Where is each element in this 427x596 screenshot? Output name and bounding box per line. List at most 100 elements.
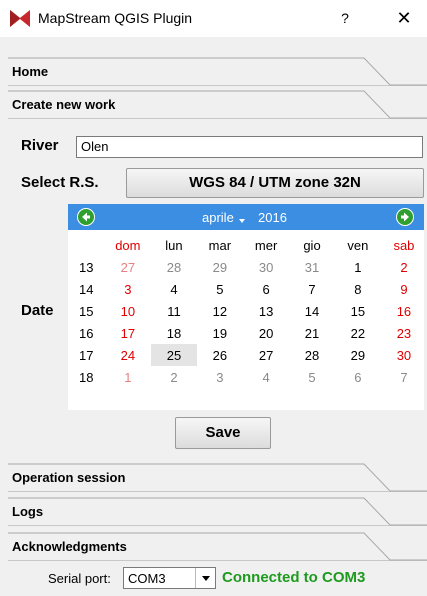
calendar-day[interactable]: 11 [151,300,197,322]
calendar-day[interactable]: 20 [243,322,289,344]
calendar-day[interactable]: 10 [105,300,152,322]
weekday-header: dom [115,237,141,253]
tab-home[interactable]: Home [8,57,427,86]
week-number-header [68,234,105,256]
calendar-day[interactable]: 3 [197,366,243,388]
calendar-week-row: 15 10 11 12 13 14 15 16 [68,300,427,322]
calendar-day[interactable]: 22 [335,322,381,344]
calendar-day[interactable]: 18 [151,322,197,344]
calendar-day[interactable]: 17 [105,322,152,344]
tab-divider-shape [8,497,427,526]
calendar-day[interactable]: 16 [381,300,427,322]
week-number: 15 [79,303,94,319]
tab-divider-shape [8,57,427,86]
calendar-week-row: 13 27 28 29 30 31 1 2 [68,256,427,278]
calendar-day[interactable]: 15 [335,300,381,322]
calendar-day-selected[interactable]: 25 [151,344,197,366]
calendar-day[interactable]: 12 [197,300,243,322]
calendar-day[interactable]: 1 [105,366,152,388]
weekday-header: mar [208,237,232,253]
calendar-day[interactable]: 21 [289,322,335,344]
week-number: 16 [79,325,94,341]
calendar-day[interactable]: 7 [381,366,427,388]
calendar-day[interactable]: 29 [197,256,243,278]
calendar-day[interactable]: 4 [151,278,197,300]
close-button[interactable]: ✕ [390,4,418,32]
calendar-day[interactable]: 2 [381,256,427,278]
week-number: 17 [79,347,94,363]
save-button[interactable]: Save [175,417,271,449]
prev-month-button[interactable] [77,208,95,226]
calendar-day[interactable]: 4 [243,366,289,388]
arrow-right-icon [397,209,413,225]
calendar-day[interactable]: 6 [243,278,289,300]
tab-logs[interactable]: Logs [8,497,427,526]
calendar-day[interactable]: 31 [289,256,335,278]
serial-port-label: Serial port: [48,571,111,586]
calendar-day[interactable]: 7 [289,278,335,300]
tab-acknowledgments[interactable]: Acknowledgments [8,532,427,561]
weekday-header-row: dom lun mar mer gio ven sab [68,234,427,256]
weekday-header: ven [347,237,369,253]
arrow-left-icon [78,209,94,225]
calendar-day[interactable]: 1 [335,256,381,278]
calendar-grid: dom lun mar mer gio ven sab 13 27 28 29 … [68,234,427,388]
tab-ack-label: Acknowledgments [12,539,127,554]
title-bar: MapStream QGIS Plugin ? ✕ [0,0,427,37]
calendar-day[interactable]: 5 [197,278,243,300]
help-button[interactable]: ? [334,7,356,29]
year-selector[interactable]: 2016 [258,210,287,225]
calendar-day[interactable]: 6 [335,366,381,388]
calendar-week-row: 16 17 18 19 20 21 22 23 [68,322,427,344]
calendar-week-row: 14 3 4 5 6 7 8 9 [68,278,427,300]
calendar-day[interactable]: 13 [243,300,289,322]
tab-operation-label: Operation session [12,470,126,485]
calendar-day[interactable]: 24 [105,344,152,366]
date-label: Date [21,302,54,319]
calendar-day[interactable]: 2 [151,366,197,388]
calendar-day[interactable]: 23 [381,322,427,344]
calendar-day[interactable]: 28 [289,344,335,366]
connection-status: Connected to COM3 [222,569,366,586]
calendar-day[interactable]: 30 [381,344,427,366]
calendar-week-row: 18 1 2 3 4 5 6 7 [68,366,427,388]
calendar-day[interactable]: 19 [197,322,243,344]
calendar-day[interactable]: 8 [335,278,381,300]
weekday-header: mer [254,237,278,253]
week-number: 13 [79,259,94,275]
weekday-header: gio [303,237,321,253]
serial-port-value: COM3 [128,571,166,586]
calendar-day[interactable]: 27 [243,344,289,366]
week-number: 18 [79,369,94,385]
river-label: River [21,137,59,154]
serial-port-select[interactable]: COM3 [123,567,216,589]
dropdown-arrow-icon[interactable] [195,568,215,588]
calendar-day[interactable]: 30 [243,256,289,278]
month-dropdown-icon [239,219,245,223]
calendar-day[interactable]: 26 [197,344,243,366]
month-selector[interactable]: aprile [202,210,234,225]
calendar-day[interactable]: 5 [289,366,335,388]
calendar-day[interactable]: 9 [381,278,427,300]
calendar-day[interactable]: 29 [335,344,381,366]
calendar-day[interactable]: 3 [105,278,152,300]
calendar-day[interactable]: 28 [151,256,197,278]
weekday-header: lun [165,237,183,253]
select-rs-button[interactable]: WGS 84 / UTM zone 32N [126,168,424,198]
calendar-day[interactable]: 14 [289,300,335,322]
rs-label: Select R.S. [21,174,99,191]
tab-operation-session[interactable]: Operation session [8,463,427,492]
calendar-week-row: 17 24 25 26 27 28 29 30 [68,344,427,366]
tab-logs-label: Logs [12,504,44,519]
week-number: 14 [79,281,94,297]
app-logo-icon [10,10,30,27]
window-title: MapStream QGIS Plugin [38,10,193,26]
tab-create-new-work[interactable]: Create new work [8,90,427,119]
calendar-header: aprile 2016 [68,204,424,230]
river-input[interactable]: Olen [76,136,423,158]
tab-create-label: Create new work [12,97,116,112]
weekday-header: sab [393,237,415,253]
next-month-button[interactable] [396,208,414,226]
calendar-day[interactable]: 27 [105,256,152,278]
tab-home-label: Home [12,64,49,79]
